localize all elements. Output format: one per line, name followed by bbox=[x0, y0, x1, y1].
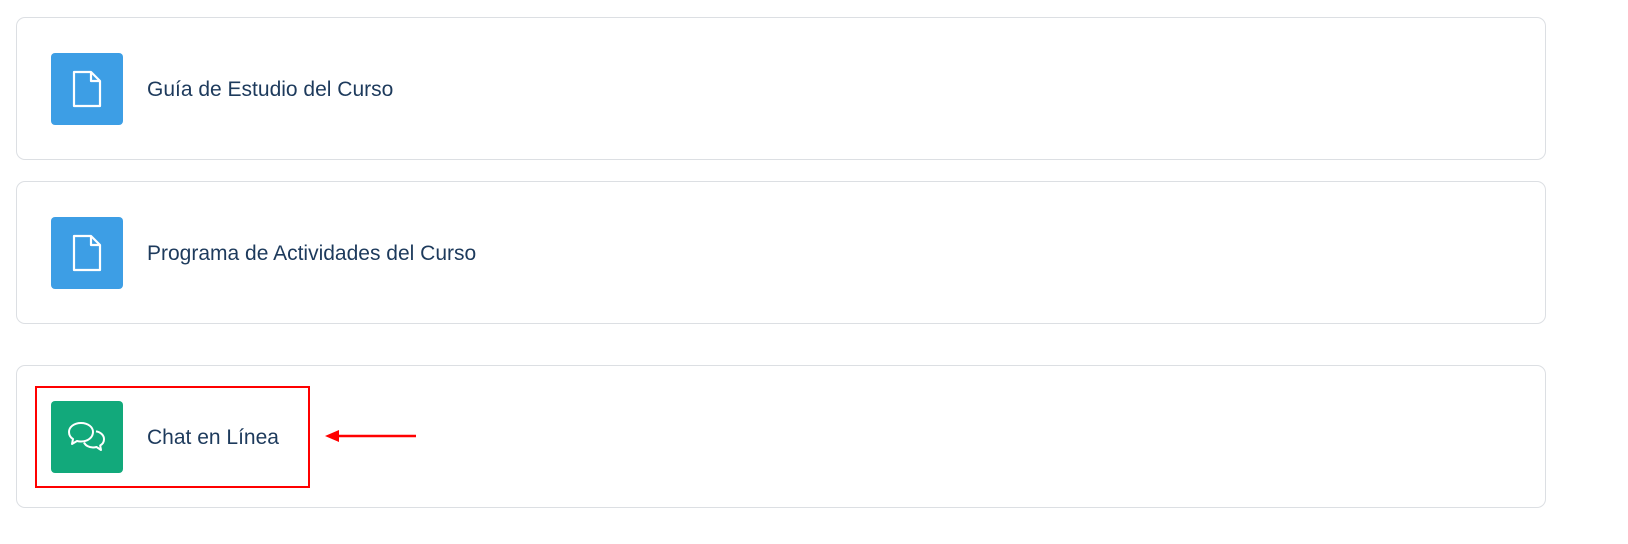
activity-label[interactable]: Guía de Estudio del Curso bbox=[147, 76, 393, 104]
chat-icon bbox=[51, 401, 123, 473]
file-icon bbox=[51, 53, 123, 125]
activity-card-programa-actividades[interactable]: Programa de Actividades del Curso bbox=[16, 181, 1546, 324]
activity-card-chat-en-linea[interactable]: Chat en Línea bbox=[16, 365, 1546, 508]
activity-label[interactable]: Programa de Actividades del Curso bbox=[147, 240, 476, 268]
file-icon bbox=[51, 217, 123, 289]
activity-card-guia-estudio[interactable]: Guía de Estudio del Curso bbox=[16, 17, 1546, 160]
activity-label[interactable]: Chat en Línea bbox=[147, 424, 279, 452]
